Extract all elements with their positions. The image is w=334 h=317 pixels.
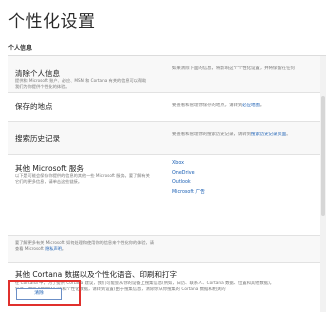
right-text-prefix: 要查看和管理你保存的地点，请转到 <box>172 103 243 108</box>
row-privacy-statement: 要了解更多有关 Microsoft 如何处理和使用你的信息来个性化你的体验，请查… <box>8 236 326 263</box>
scrollbar-thumb[interactable] <box>321 96 325 216</box>
outlook-link[interactable]: Outlook <box>172 178 205 188</box>
row-right-text: 如果清除下面的信息，将影响这个个性化设置，并将保留在任何 <box>172 66 295 71</box>
row-title: 保存的地点 <box>15 102 53 111</box>
section-label-personal-info: 个人信息 <box>8 45 33 52</box>
right-text-suffix: 。 <box>259 103 265 108</box>
highlight-box <box>8 280 81 306</box>
row-title: 其他 Cortana 数据以及个性化语音、印刷和打字 <box>15 270 178 279</box>
row-other-services: 其他 Microsoft 服务 以下是可能会保存你提供的信息的其他一些 Micr… <box>8 155 326 236</box>
privacy-statement-link[interactable]: 隐私声明 <box>45 246 62 251</box>
row-saved-places: 保存的地点 要查看和管理你保存的地点，请转到必应地图。 <box>8 93 326 122</box>
row-search-history: 搜索历史记录 要查看和管理你的搜索历史记录，请转到搜索历史记录页面。 <box>8 122 326 155</box>
privacy-description: 要了解更多有关 Microsoft 如何处理和使用你的信息来个性化你的体验，请查… <box>15 240 155 252</box>
row-right-text: 要查看和管理你的搜索历史记录，请转到搜索历史记录页面。 <box>172 132 324 138</box>
row-description: 提供和 Microsoft 账户、必应、MSN 和 Cortana 有关的信息可… <box>15 78 147 89</box>
right-text-suffix: 。 <box>286 132 291 137</box>
row-right-text: 要查看和管理你保存的地点，请转到必应地图。 <box>172 103 324 109</box>
row-clear-personal-info: 清除个人信息 提供和 Microsoft 账户、必应、MSN 和 Cortana… <box>8 56 326 93</box>
onedrive-link[interactable]: OneDrive <box>172 169 205 179</box>
privacy-desc-prefix: 要了解更多有关 Microsoft 如何处理和使用你的信息来个性化你的体验，请查… <box>15 240 154 251</box>
privacy-desc-suffix: 。 <box>61 246 67 251</box>
row-description: 以下是可能会保存你提供的信息的其他一些 Microsoft 服务。要了解有关它们… <box>15 173 150 184</box>
service-links: Xbox OneDrive Outlook Microsoft 广告 <box>172 159 205 197</box>
scrollbar-track[interactable] <box>320 56 326 312</box>
page-title: 个性化设置 <box>8 12 96 32</box>
search-history-link[interactable]: 搜索历史记录页面 <box>251 132 286 137</box>
bing-maps-link[interactable]: 必应地图 <box>242 103 260 108</box>
right-text-prefix: 要查看和管理你的搜索历史记录，请转到 <box>172 132 252 137</box>
settings-panel: 清除个人信息 提供和 Microsoft 账户、必应、MSN 和 Cortana… <box>8 55 326 312</box>
microsoft-ads-link[interactable]: Microsoft 广告 <box>172 188 205 198</box>
row-title: 搜索历史记录 <box>15 134 60 143</box>
xbox-link[interactable]: Xbox <box>172 159 205 169</box>
